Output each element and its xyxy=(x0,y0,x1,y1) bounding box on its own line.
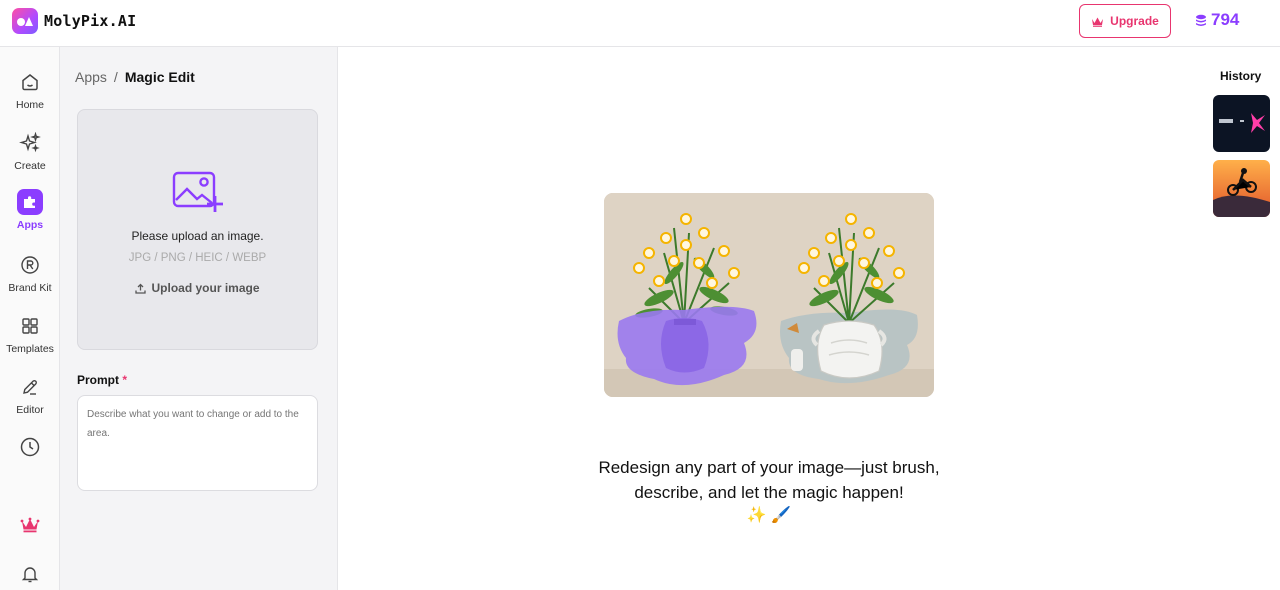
prompt-label: Prompt * xyxy=(77,373,127,387)
prompt-input[interactable] xyxy=(77,395,318,491)
tool-panel: Apps / Magic Edit Please upload an image… xyxy=(60,47,338,590)
add-image-icon xyxy=(172,170,224,219)
main-canvas: Redesign any part of your image—just bru… xyxy=(338,47,1280,590)
nav-apps-label: Apps xyxy=(16,219,44,231)
crown-icon xyxy=(17,512,43,538)
breadcrumb-apps[interactable]: Apps xyxy=(75,69,107,85)
history-thumbnail-2[interactable] xyxy=(1213,160,1270,217)
clock-icon xyxy=(17,434,43,460)
after-image xyxy=(769,193,934,397)
history-title: History xyxy=(1220,69,1262,83)
app-name: MolyPix.AI xyxy=(44,12,137,30)
example-preview xyxy=(604,193,934,397)
tagline: Redesign any part of your image—just bru… xyxy=(598,458,940,502)
upload-title: Please upload an image. xyxy=(131,229,264,243)
upgrade-button[interactable]: Upgrade xyxy=(1079,4,1171,38)
nav-editor[interactable]: Editor xyxy=(0,374,60,416)
grid-icon xyxy=(17,313,43,339)
nav-history[interactable] xyxy=(0,434,60,460)
bell-icon xyxy=(17,561,43,587)
nav-brand-kit[interactable]: Brand Kit xyxy=(0,252,60,294)
nav-templates[interactable]: Templates xyxy=(0,313,60,355)
nav-brand-kit-label: Brand Kit xyxy=(8,282,52,294)
breadcrumb: Apps / Magic Edit xyxy=(75,69,195,85)
coins-icon xyxy=(1196,14,1206,26)
credits-balance[interactable]: 794 xyxy=(1195,10,1239,30)
upload-image-label: Upload your image xyxy=(151,281,260,295)
upload-formats: JPG / PNG / HEIC / WEBP xyxy=(128,252,267,264)
upgrade-label: Upgrade xyxy=(1110,14,1159,28)
nav-notifications[interactable] xyxy=(0,561,60,587)
credits-value: 794 xyxy=(1211,10,1240,29)
upload-image-button[interactable]: Upload your image xyxy=(135,281,260,295)
breadcrumb-separator: / xyxy=(113,69,118,85)
prompt-label-text: Prompt xyxy=(77,373,119,387)
nav-editor-label: Editor xyxy=(16,404,44,416)
top-bar: MolyPix.AI Upgrade 794 xyxy=(0,0,1280,47)
nav-templates-label: Templates xyxy=(6,343,54,355)
sparkles-icon xyxy=(17,130,43,156)
before-image xyxy=(604,193,769,397)
sparkle-brush-emojis: ✨ 🖌️ xyxy=(746,507,792,524)
nav-home-label: Home xyxy=(15,99,44,111)
nav-rail: Home Create Apps Brand Kit Templates Edi… xyxy=(0,47,60,590)
puzzle-icon xyxy=(17,189,43,215)
nav-apps[interactable]: Apps xyxy=(0,189,60,231)
nav-create-label: Create xyxy=(14,160,46,172)
breadcrumb-current: Magic Edit xyxy=(124,69,195,85)
nav-create[interactable]: Create xyxy=(0,130,60,172)
upload-icon xyxy=(135,283,147,294)
upload-dropzone[interactable]: Please upload an image. JPG / PNG / HEIC… xyxy=(77,109,318,350)
nav-home[interactable]: Home xyxy=(0,69,60,111)
required-mark: * xyxy=(122,373,128,387)
logo-icon xyxy=(12,8,38,34)
logo[interactable]: MolyPix.AI xyxy=(12,8,136,34)
history-thumbnail-1[interactable] xyxy=(1213,95,1270,152)
registered-icon xyxy=(17,252,43,278)
nav-premium[interactable] xyxy=(0,512,60,538)
pencil-icon xyxy=(17,374,43,400)
home-icon xyxy=(17,69,43,95)
crown-icon xyxy=(1092,17,1104,27)
